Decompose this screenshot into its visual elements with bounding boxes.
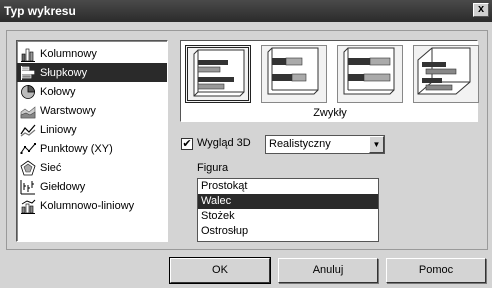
chart-type-label: Kolumnowy: [40, 47, 97, 60]
line-chart-icon: [20, 124, 36, 136]
area-chart-icon: [20, 105, 36, 118]
chart-type-label: Warstwowy: [40, 104, 96, 117]
chart-type-item-liniowy[interactable]: Liniowy: [17, 120, 167, 139]
chart-type-item-kolumnowo-liniowy[interactable]: Kolumnowo-liniowy: [17, 196, 167, 215]
percent-stacked-bar-3d-icon: [343, 47, 395, 95]
chart-type-label: Kolumnowo-liniowy: [40, 199, 135, 212]
cancel-button[interactable]: Anuluj: [278, 258, 378, 283]
figure-item[interactable]: Ostrosłup: [198, 224, 378, 239]
subtype-thumb-percent-stacked[interactable]: [337, 45, 403, 103]
figure-item[interactable]: Prostokąt: [198, 179, 378, 194]
chart-type-label: Kołowy: [40, 85, 76, 98]
chevron-down-icon[interactable]: ▼: [369, 136, 384, 153]
ok-button[interactable]: OK: [169, 257, 271, 284]
subtype-thumb-3d-deep[interactable]: [413, 45, 479, 103]
subtype-thumb-clustered[interactable]: [185, 45, 251, 103]
subtype-name: Zwykły: [313, 107, 347, 119]
radar-chart-icon: [20, 160, 36, 175]
figure-label: Figura: [197, 162, 229, 174]
pie-chart-icon: [21, 84, 35, 99]
chart-type-item-kolumnowy[interactable]: Kolumnowy: [17, 44, 167, 63]
deep-3d-bar-icon: [417, 47, 471, 95]
chart-type-item-siec[interactable]: Sieć: [17, 158, 167, 177]
column-chart-icon: [21, 48, 35, 62]
look-3d-label: Wygląd 3D: [197, 137, 251, 149]
subtype-thumb-stacked[interactable]: [261, 45, 327, 103]
column-line-chart-icon: [21, 199, 36, 214]
chart-type-item-kolowy[interactable]: Kołowy: [17, 82, 167, 101]
chart-type-item-punktowy[interactable]: Punktowy (XY): [17, 139, 167, 158]
chart-subtype-gallery: Zwykły: [180, 40, 479, 122]
chart-type-item-warstwowy[interactable]: Warstwowy: [17, 101, 167, 120]
figure-item[interactable]: Stożek: [198, 209, 378, 224]
close-button[interactable]: x: [473, 3, 489, 17]
chart-type-label: Giełdowy: [40, 180, 86, 193]
chart-type-label: Punktowy (XY): [40, 142, 113, 155]
look-3d-checkbox[interactable]: ✔: [181, 138, 193, 150]
window-titlebar: Typ wykresu x: [0, 0, 492, 22]
clustered-bar-3d-icon: [193, 49, 245, 97]
chart-type-list[interactable]: Kolumnowy Słupkowy Kołowy Warstwowy Lini…: [16, 40, 168, 242]
help-button[interactable]: Pomoc: [386, 258, 486, 283]
figure-list[interactable]: Prostokąt Walec Stożek Ostrosłup: [197, 178, 379, 242]
window-title: Typ wykresu: [4, 4, 76, 18]
figure-item[interactable]: Walec: [198, 194, 378, 209]
stock-chart-icon: [20, 179, 35, 194]
chart-type-label: Liniowy: [40, 123, 77, 136]
scatter-chart-icon: [20, 142, 36, 154]
look-3d-style-value: Realistyczny: [269, 138, 331, 150]
bar-chart-icon: [21, 65, 35, 80]
look-3d-style-select[interactable]: Realistyczny ▼: [265, 135, 385, 154]
chart-type-item-gieldowy[interactable]: Giełdowy: [17, 177, 167, 196]
chart-type-label: Słupkowy: [40, 66, 88, 79]
chart-type-label: Sieć: [40, 161, 62, 174]
stacked-bar-3d-icon: [267, 47, 319, 95]
chart-type-item-slupkowy[interactable]: Słupkowy: [17, 63, 167, 82]
